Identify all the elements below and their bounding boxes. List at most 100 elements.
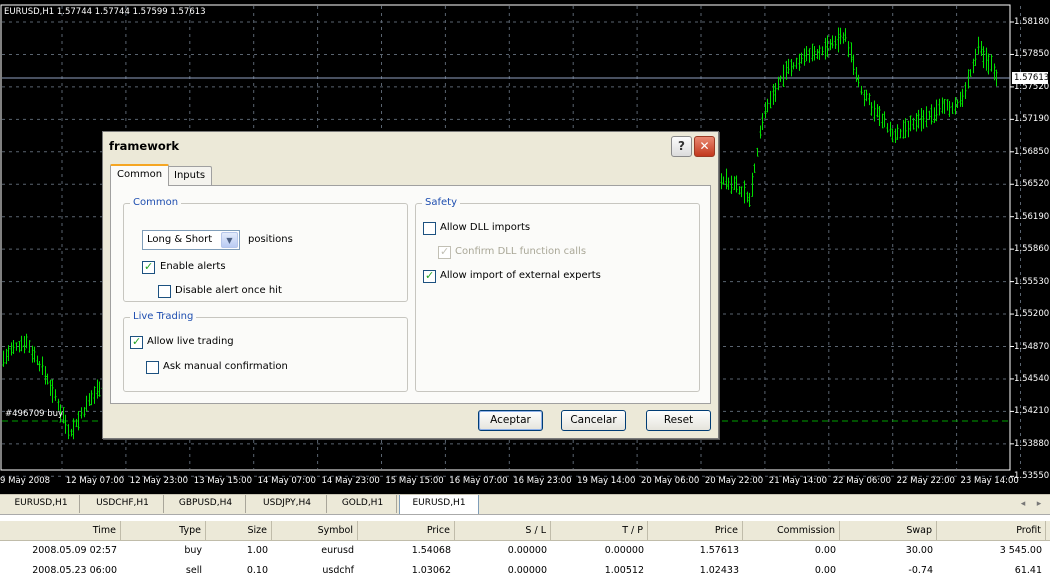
time-tick-label: 14 May 23:00 (321, 476, 380, 486)
chart-tab-eurusd-h1[interactable]: EURUSD,H1 (3, 495, 80, 513)
common-group-legend: Common (130, 197, 182, 209)
framework-dialog: framework ? ✕ Common Inputs Common Long … (102, 131, 719, 439)
chart-tab-usdjpy-h4[interactable]: USDJPY,H4 (248, 495, 327, 513)
table-cell: 0.00000 (507, 545, 547, 556)
order-label[interactable]: #496709 buy (5, 409, 63, 419)
enable-alerts-checkbox[interactable] (142, 260, 155, 274)
column-header[interactable]: Commission (743, 521, 840, 541)
column-header[interactable]: Symbol (272, 521, 358, 541)
table-cell: -0.74 (908, 565, 933, 576)
time-tick-label: 12 May 07:00 (65, 476, 125, 486)
table-cell: usdchf (322, 565, 354, 576)
disable-alert-once-hit-checkbox[interactable] (158, 285, 171, 298)
table-cell: eurusd (321, 545, 354, 556)
ask-manual-confirmation-checkbox[interactable] (146, 361, 159, 374)
time-tick-label: 22 May 06:00 (832, 476, 891, 486)
column-header[interactable]: Swap (840, 521, 937, 541)
price-tick-label: 1.55530 (1014, 276, 1050, 287)
price-tick-label: 1.57190 (1014, 114, 1050, 125)
column-header[interactable]: Time (0, 521, 121, 541)
chart-tab-eurusd-h1[interactable]: EURUSD,H1 (399, 495, 479, 515)
positions-select[interactable]: Long & Short ▼ (142, 230, 240, 250)
table-cell: 0.00000 (604, 545, 644, 556)
ask-manual-confirmation-label: Ask manual confirmation (163, 361, 288, 372)
tab-inputs[interactable]: Inputs (167, 166, 213, 186)
live-trading-group-legend: Live Trading (130, 311, 197, 323)
price-tick-label: 1.54870 (1014, 341, 1050, 352)
time-tick-label: 16 May 07:00 (449, 476, 508, 486)
confirm-dll-calls-checkbox[interactable] (438, 245, 451, 259)
help-button[interactable]: ? (671, 136, 692, 157)
time-tick-label: 13 May 15:00 (193, 476, 252, 486)
column-header[interactable]: S / L (455, 521, 551, 541)
disable-alert-once-hit-label: Disable alert once hit (175, 285, 282, 296)
price-tick-label: 1.57850 (1014, 49, 1050, 60)
chart-tab-strip: EURUSD,H1 USDCHF,H1 GBPUSD,H4 USDJPY,H4 GOLD… (0, 494, 1050, 515)
table-row[interactable]: 2008.05.09 02:57 buy 1.00 eurusd 1.54068 0.00… (0, 541, 1050, 561)
positions-label: positions (248, 234, 293, 245)
table-cell: sell (185, 565, 202, 576)
table-cell: 61.41 (1014, 565, 1042, 576)
table-cell: 0.00000 (507, 565, 547, 576)
price-tick-label: 1.53880 (1014, 438, 1050, 449)
price-tick-label: 1.55200 (1014, 309, 1050, 320)
time-tick-label: 19 May 14:00 (577, 476, 636, 486)
positions-select-value: Long & Short (147, 234, 213, 245)
time-tick-label: 16 May 23:00 (513, 476, 572, 486)
trade-terminal: Time Type Size Symbol Price S / LT / P Price Co… (0, 514, 1050, 576)
column-header[interactable]: Price (358, 521, 455, 541)
price-tick-label: 1.58180 (1014, 17, 1050, 27)
allow-live-trading-checkbox[interactable] (130, 335, 143, 349)
chevron-down-icon[interactable]: ▼ (221, 232, 238, 248)
chart-title: EURUSD,H1 1.57744 1.57744 1.57599 1.5761… (4, 7, 206, 17)
close-button[interactable]: ✕ (694, 136, 715, 157)
allow-live-trading-label: Allow live trading (147, 336, 234, 347)
table-cell: buy (184, 545, 202, 556)
enable-alerts-label: Enable alerts (160, 261, 226, 272)
safety-group-legend: Safety (422, 197, 460, 209)
column-header[interactable]: T / P (551, 521, 648, 541)
price-tick-label: 1.54210 (1014, 406, 1050, 417)
dialog-title: framework (109, 139, 180, 153)
chart-tab-gold-h1[interactable]: GOLD,H1 (329, 495, 397, 513)
allow-dll-imports-checkbox[interactable] (423, 222, 436, 235)
allow-external-experts-label: Allow import of external experts (440, 270, 601, 281)
reset-button[interactable]: Reset (646, 410, 711, 431)
tab-common[interactable]: Common (110, 164, 170, 186)
column-header[interactable]: Size (206, 521, 272, 541)
price-tick-label: 1.55860 (1014, 244, 1050, 255)
confirm-dll-calls-label: Confirm DLL function calls (455, 246, 587, 257)
scroll-left-icon[interactable]: ◂ (1016, 496, 1030, 512)
table-cell: 3 545.00 (999, 545, 1042, 556)
time-tick-label: 9 May 2008 (0, 476, 51, 486)
scroll-right-icon[interactable]: ▸ (1032, 496, 1046, 512)
chart-tab-usdchf-h1[interactable]: USDCHF,H1 (82, 495, 164, 513)
safety-group: Safety Allow DLL imports Confirm DLL fun… (415, 197, 700, 392)
column-header[interactable]: Price (648, 521, 743, 541)
table-cell: 0.00 (814, 565, 836, 576)
price-tick-label: 1.56850 (1014, 146, 1050, 157)
column-header[interactable]: Type (121, 521, 206, 541)
table-header: Time Type Size Symbol Price S / LT / P Price Co… (0, 521, 1050, 541)
accept-button[interactable]: Aceptar (478, 410, 543, 431)
table-cell: 0.00 (814, 545, 836, 556)
time-tick-label: 22 May 22:00 (896, 476, 955, 486)
current-price-label: 1.57613 (1012, 72, 1050, 84)
chart-tab-gbpusd-h4[interactable]: GBPUSD,H4 (166, 495, 246, 513)
cancel-button[interactable]: Cancelar (561, 410, 626, 431)
time-tick-label: 15 May 15:00 (385, 476, 444, 486)
allow-dll-imports-label: Allow DLL imports (440, 222, 531, 233)
time-tick-label: 20 May 06:00 (641, 476, 700, 486)
table-cell: 1.02433 (699, 565, 739, 576)
time-tick-label: 12 May 23:00 (129, 476, 189, 486)
column-header[interactable]: Profit (937, 521, 1046, 541)
table-cell: 30.00 (905, 545, 933, 556)
table-cell: 1.03062 (411, 565, 451, 576)
table-cell: 0.10 (246, 565, 268, 576)
allow-external-experts-checkbox[interactable] (423, 269, 436, 283)
table-cell: 1.54068 (411, 545, 451, 556)
time-tick-label: 14 May 07:00 (257, 476, 316, 486)
price-tick-label: 1.56520 (1014, 179, 1050, 190)
common-tab-panel: Common Long & Short ▼ positions Enable a… (110, 185, 711, 404)
table-row[interactable]: 2008.05.23 06:00 sell 0.10 usdchf 1.03062 0.0… (0, 561, 1050, 581)
